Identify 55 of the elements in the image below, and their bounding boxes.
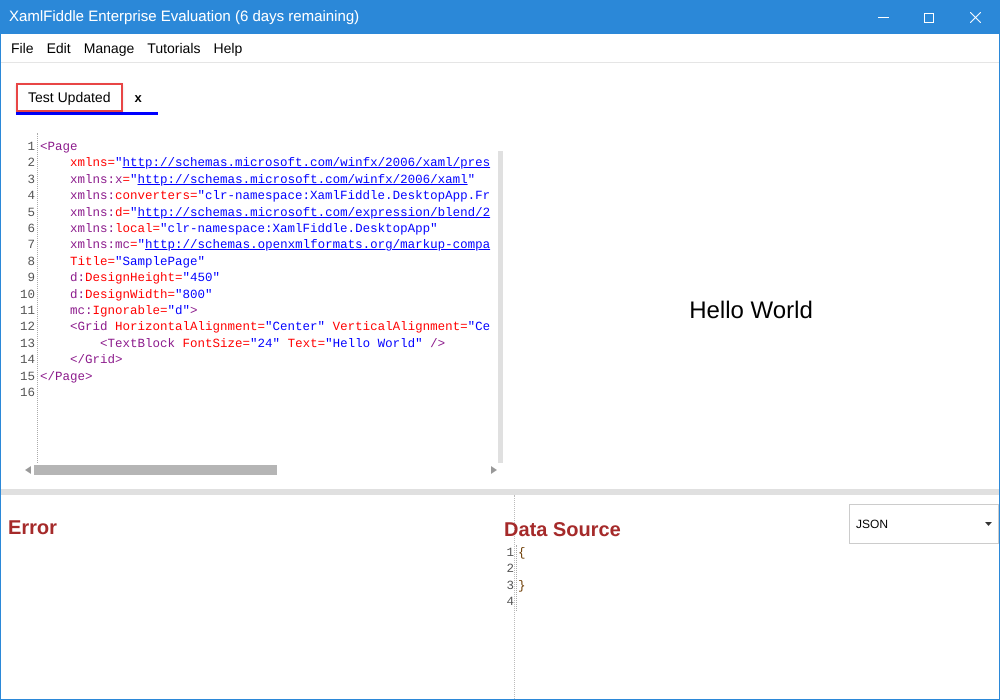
code-line: mc:Ignorable="d"> [69, 303, 198, 320]
line-number: 6 [27, 221, 35, 238]
code-line: xmlns:x="http://schemas.microsoft.com/winfx/2006/xaml" [69, 172, 476, 188]
tab-close-button[interactable]: x [134, 88, 142, 108]
line-number: 12 [20, 319, 35, 336]
format-dropdown[interactable]: JSON [849, 504, 999, 544]
code-line: d:DesignHeight="450" [69, 270, 220, 287]
vertical-scrollbar[interactable] [498, 151, 503, 463]
maximize-icon[interactable] [924, 12, 934, 22]
code-line: </Page> [40, 368, 93, 386]
code-line: { [518, 545, 526, 562]
error-heading: Error [8, 517, 57, 539]
line-number: 9 [27, 270, 35, 287]
code-line: Title="SamplePage" [69, 254, 206, 270]
menu-item[interactable]: Help [213, 38, 242, 58]
line-number: 10 [20, 286, 35, 304]
line-number: 15 [20, 368, 35, 386]
line-number: 8 [27, 254, 35, 270]
line-number: 1 [506, 545, 514, 562]
code-line: </Grid> [69, 352, 123, 369]
code-line: } [518, 578, 526, 594]
code-line: xmlns:converters="clr-namespace:XamlFiddle.DesktopApp.Fr [69, 188, 490, 205]
menu-item[interactable]: Manage [84, 38, 134, 58]
line-number: 5 [27, 204, 35, 222]
code-line: xmlns:local="clr-namespace:XamlFiddle.DesktopApp" [69, 221, 438, 238]
caret-icon [985, 522, 992, 526]
line-number: 11 [20, 303, 35, 320]
line-number: 3 [27, 172, 35, 188]
window-title: XamlFiddle Enterprise Evaluation (6 days remaining) [8, 7, 360, 28]
menu-item[interactable]: Tutorials [147, 38, 200, 58]
code-line: <Grid HorizontalAlignment="Center" VerticalAlignment="Ce [69, 319, 490, 336]
code-line: xmlns:d="http://schemas.microsoft.com/expression/blend/2 [69, 204, 490, 222]
minimize-icon[interactable] [878, 16, 889, 18]
line-number: 4 [506, 594, 514, 611]
code-line: d:DesignWidth="800" [69, 286, 213, 304]
line-number: 2 [27, 155, 35, 172]
document-tab[interactable]: Test Updated x [16, 83, 158, 115]
preview-text: Hello World [689, 296, 813, 326]
line-number: 16 [20, 385, 35, 402]
line-number: 7 [27, 237, 35, 254]
line-number: 4 [27, 188, 35, 205]
data-source-heading: Data Source [504, 518, 621, 543]
line-number: 2 [506, 561, 514, 578]
code-line: xmlns="http://schemas.microsoft.com/winfx/2006/xaml/pres [69, 155, 490, 172]
menu-item[interactable]: Edit [46, 38, 71, 58]
line-number: 3 [506, 578, 514, 594]
code-line: xmlns:mc="http://schemas.openxmlformats.org/markup-compa [69, 237, 490, 254]
close-icon[interactable] [970, 12, 981, 23]
code-line: <TextBlock FontSize="24" Text="Hello World" /> [99, 336, 446, 352]
code-line: <Page [40, 139, 78, 156]
line-number: 1 [27, 139, 35, 156]
menu-item[interactable]: File [11, 38, 34, 58]
line-number: 14 [20, 352, 35, 369]
tab-title[interactable]: Test Updated [16, 83, 122, 112]
line-number: 13 [20, 336, 35, 352]
